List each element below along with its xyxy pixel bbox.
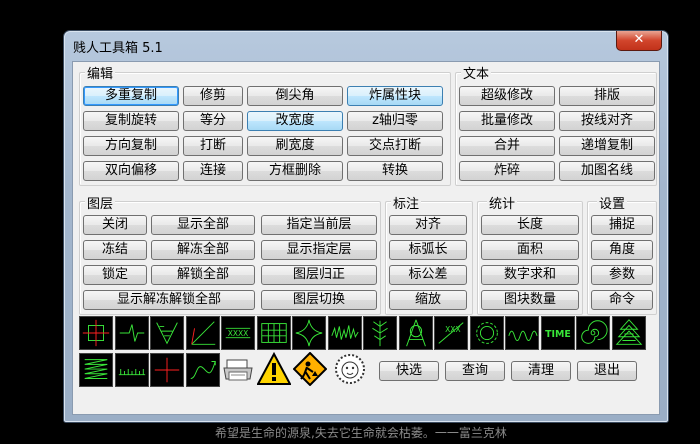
star-icon[interactable]: [292, 316, 326, 350]
action_buttons-button-0[interactable]: 快选: [379, 361, 439, 381]
groups-settings-buttons-button-2[interactable]: 参数: [591, 265, 653, 285]
settings-group-label: 设置: [597, 193, 628, 212]
grid-table-icon[interactable]: [256, 316, 291, 350]
break-line-icon[interactable]: [114, 316, 149, 350]
cross-box-icon[interactable]: [79, 316, 113, 350]
groups-edit-buttons-button-9[interactable]: 打断: [183, 136, 243, 156]
groups-edit-buttons-button-15[interactable]: 转换: [347, 161, 443, 181]
tool-window: 贱人工具箱 5.1 ✕ 编辑 多重复制 修剪 倒尖角 炸属性块复制旋转 等分 改宽度 z轴归…: [63, 30, 669, 440]
window-client: 编辑 多重复制 修剪 倒尖角 炸属性块复制旋转 等分 改宽度 z轴归零方向复制 打断 刷宽度 交点…: [72, 61, 660, 440]
groups-layer-buttons-button-6[interactable]: 锁定: [83, 265, 147, 285]
groups-stat-buttons-button-0[interactable]: 长度: [481, 215, 579, 235]
window-title: 贱人工具箱 5.1: [73, 41, 163, 56]
stat-group-label: 统计: [487, 193, 518, 212]
groups-edit-buttons-button-0[interactable]: 多重复制: [83, 86, 179, 106]
edit-group-label: 编辑: [85, 63, 116, 82]
spiral-icon[interactable]: [576, 316, 610, 350]
action_buttons-button-2[interactable]: 清理: [511, 361, 571, 381]
groups-text-buttons-button-2[interactable]: 批量修改: [459, 111, 555, 131]
groups-mark-buttons-button-0[interactable]: 对齐: [389, 215, 467, 235]
text-group-label: 文本: [461, 63, 492, 82]
groups-layer-buttons-button-8[interactable]: 图层归正: [261, 265, 377, 285]
layer-group-label: 图层: [85, 193, 116, 212]
groups-text-buttons-button-1[interactable]: 排版: [559, 86, 655, 106]
groups-layer-buttons-button-7[interactable]: 解锁全部: [151, 265, 255, 285]
groups-text-buttons-button-5[interactable]: 递增复制: [559, 136, 655, 156]
time-icon-label: TIME: [545, 329, 571, 340]
close-button[interactable]: ✕: [616, 31, 662, 51]
lion-icon[interactable]: [333, 352, 367, 386]
construction-sign-icon[interactable]: [292, 351, 328, 387]
curve-icon[interactable]: [185, 353, 220, 387]
groups-edit-buttons-button-13[interactable]: 连接: [183, 161, 243, 181]
groups-edit-buttons-button-7[interactable]: z轴归零: [347, 111, 443, 131]
groups-layer-buttons-button-1[interactable]: 显示全部: [151, 215, 255, 235]
groups-edit-buttons-button-1[interactable]: 修剪: [183, 86, 243, 106]
pine-icon[interactable]: [611, 316, 646, 350]
groups-text-buttons-button-4[interactable]: 合并: [459, 136, 555, 156]
groups-stat-buttons-button-3[interactable]: 图块数量: [481, 290, 579, 310]
svg-text:XXXX: XXXX: [228, 329, 249, 338]
groups-stat-buttons-button-2[interactable]: 数字求和: [481, 265, 579, 285]
groups-edit-buttons-button-8[interactable]: 方向复制: [83, 136, 179, 156]
status-datetime: 2013.9.26 23:40: [86, 424, 193, 438]
groups-edit-buttons-button-3[interactable]: 炸属性块: [347, 86, 443, 106]
status-time: 23:40: [158, 424, 194, 438]
spring-icon[interactable]: [79, 353, 113, 387]
tree-icon[interactable]: [363, 316, 397, 350]
wave-icon[interactable]: [505, 316, 539, 350]
groups-settings-buttons-button-0[interactable]: 捕捉: [591, 215, 653, 235]
ruler-icon[interactable]: [114, 353, 149, 387]
mark-group-label: 标注: [391, 193, 422, 212]
groups-edit-buttons-button-12[interactable]: 双向偏移: [83, 161, 179, 181]
angle-icon[interactable]: [185, 316, 220, 350]
groups-edit-buttons-button-2[interactable]: 倒尖角: [247, 86, 343, 106]
groups-edit-buttons-button-10[interactable]: 刷宽度: [247, 136, 343, 156]
zigzag-icon[interactable]: [327, 316, 362, 350]
groups-edit-buttons-button-4[interactable]: 复制旋转: [83, 111, 179, 131]
groups-mark-buttons-button-2[interactable]: 标公差: [389, 265, 467, 285]
compass-icon[interactable]: [398, 316, 433, 350]
groups-layer-buttons-button-4[interactable]: 解冻全部: [151, 240, 255, 260]
groups-settings-buttons-button-3[interactable]: 命令: [591, 290, 653, 310]
groups-layer-buttons-button-10[interactable]: 图层切换: [261, 290, 377, 310]
groups-layer-buttons-button-0[interactable]: 关闭: [83, 215, 147, 235]
groups-stat-buttons-button-1[interactable]: 面积: [481, 240, 579, 260]
groups-text-buttons-button-6[interactable]: 炸碎: [459, 161, 555, 181]
groups-settings-buttons-button-1[interactable]: 角度: [591, 240, 653, 260]
groups-edit-buttons-button-6[interactable]: 改宽度: [247, 111, 343, 131]
printer-icon[interactable]: [221, 352, 255, 386]
groups-edit-buttons-button-5[interactable]: 等分: [183, 111, 243, 131]
groups-mark-buttons-button-3[interactable]: 缩放: [389, 290, 467, 310]
groups-text-buttons-button-7[interactable]: 加图名线: [559, 161, 655, 181]
action_buttons-button-1[interactable]: 查询: [445, 361, 505, 381]
groups-layer-buttons-button-2[interactable]: 指定当前层: [261, 215, 377, 235]
gear-circle-icon[interactable]: [469, 316, 504, 350]
status-quote: 希望是生命的源泉,失去它生命就会枯萎。一一富兰克林: [215, 426, 507, 440]
v-hatch-icon[interactable]: [150, 316, 184, 350]
groups-edit-buttons-button-11[interactable]: 交点打断: [347, 136, 443, 156]
xxx-hatch-icon[interactable]: XXXX: [221, 316, 255, 350]
groups-layer-buttons-button-5[interactable]: 显示指定层: [261, 240, 377, 260]
warning-icon[interactable]: [256, 351, 292, 386]
groups-text-buttons-button-0[interactable]: 超级修改: [459, 86, 555, 106]
time-text-icon[interactable]: TIME: [540, 316, 575, 350]
groups-edit-buttons-button-14[interactable]: 方框删除: [247, 161, 343, 181]
groups-layer-buttons-button-3[interactable]: 冻结: [83, 240, 147, 260]
status-date: 2013.9.26: [86, 424, 148, 438]
groups-text-buttons-button-3[interactable]: 按线对齐: [559, 111, 655, 131]
action_buttons-button-3[interactable]: 退出: [577, 361, 637, 381]
cross-line-icon[interactable]: [150, 353, 184, 387]
groups-layer-buttons-button-9[interactable]: 显示解冻解锁全部: [83, 290, 255, 310]
xxx-line-icon[interactable]: XXX: [434, 316, 468, 350]
groups-mark-buttons-button-1[interactable]: 标弧长: [389, 240, 467, 260]
svg-text:XXX: XXX: [445, 325, 460, 334]
